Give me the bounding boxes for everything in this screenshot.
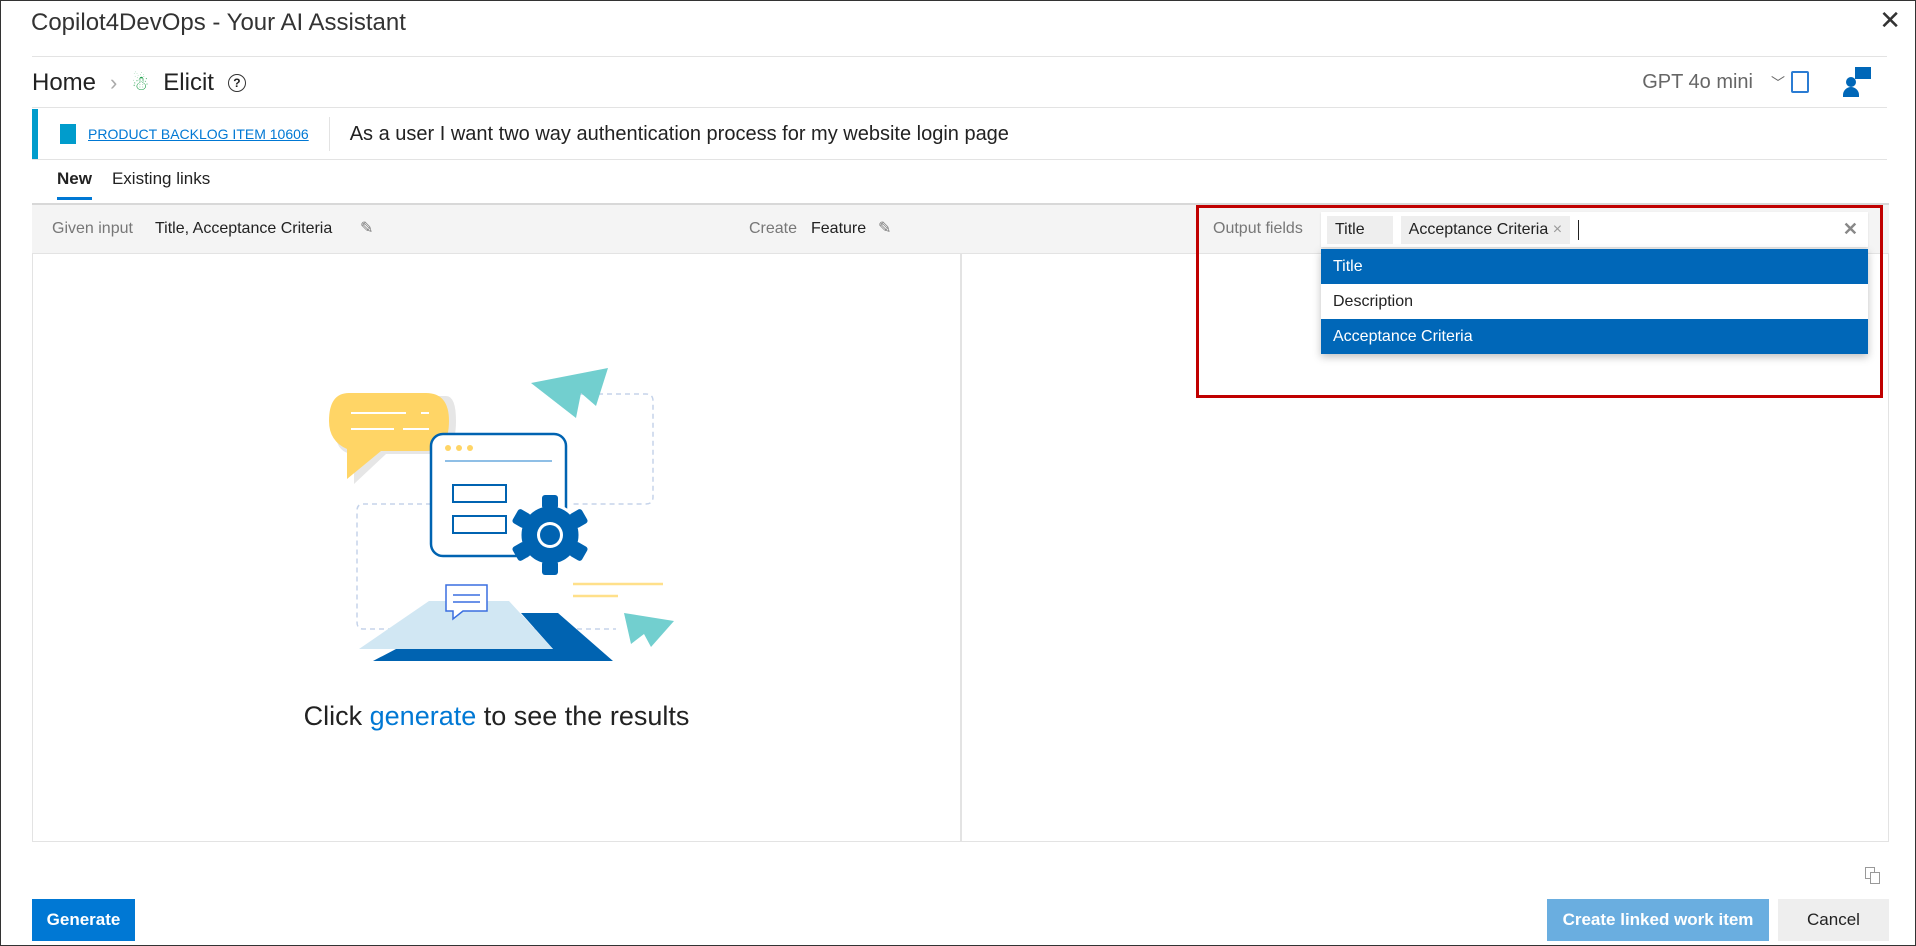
cancel-button[interactable]: Cancel bbox=[1778, 899, 1889, 941]
tag-acceptance-criteria: Acceptance Criteria × bbox=[1400, 215, 1571, 244]
create-label: Create bbox=[749, 220, 798, 237]
copy-icon[interactable] bbox=[1865, 867, 1881, 885]
output-fields-input[interactable]: Title Acceptance Criteria × ✕ bbox=[1321, 212, 1868, 247]
create-linked-work-item-button[interactable]: Create linked work item bbox=[1547, 899, 1769, 941]
empty-state-illustration bbox=[329, 368, 674, 661]
settings-document-icon[interactable] bbox=[1791, 71, 1809, 93]
option-title[interactable]: Title bbox=[1321, 249, 1868, 284]
empty-state-message: Click generate to see the results bbox=[32, 701, 961, 732]
message-suffix: to see the results bbox=[476, 701, 690, 731]
model-selector[interactable]: GPT 4o mini ﹀ bbox=[1642, 71, 1785, 94]
tab-new[interactable]: New bbox=[57, 169, 92, 200]
divider bbox=[32, 107, 1887, 108]
model-name: GPT 4o mini bbox=[1642, 71, 1753, 93]
backlog-item-icon bbox=[60, 124, 76, 144]
tag-title: Title bbox=[1327, 215, 1393, 244]
tab-bar: New Existing links bbox=[57, 169, 210, 200]
given-input-value: Title, Acceptance Criteria bbox=[155, 220, 333, 237]
help-icon[interactable]: ? bbox=[227, 74, 246, 92]
work-item-banner: PRODUCT BACKLOG ITEM 10606 As a user I w… bbox=[32, 109, 1889, 159]
breadcrumb-current: Elicit bbox=[163, 69, 214, 96]
breadcrumb-home[interactable]: Home bbox=[32, 69, 96, 97]
divider bbox=[328, 117, 330, 151]
chevron-down-icon: ﹀ bbox=[1771, 74, 1785, 91]
work-item-link[interactable]: PRODUCT BACKLOG ITEM 10606 bbox=[88, 126, 309, 142]
generate-link[interactable]: generate bbox=[370, 701, 477, 731]
option-acceptance-criteria[interactable]: Acceptance Criteria bbox=[1321, 319, 1868, 354]
message-prefix: Click bbox=[303, 701, 370, 731]
remove-tag-icon[interactable]: × bbox=[1553, 221, 1562, 238]
divider bbox=[32, 159, 1887, 160]
clear-icon[interactable]: ✕ bbox=[1843, 219, 1858, 240]
divider bbox=[32, 56, 1887, 57]
create-value: Feature bbox=[811, 220, 867, 237]
text-cursor bbox=[1578, 219, 1580, 240]
close-icon[interactable]: ✕ bbox=[1879, 5, 1901, 36]
feedback-user-icon[interactable] bbox=[1843, 67, 1873, 97]
chevron-right-icon: › bbox=[110, 70, 118, 95]
given-input-label: Given input bbox=[52, 220, 133, 237]
edit-create-icon[interactable]: ✎ bbox=[878, 218, 891, 238]
work-item-title: As a user I want two way authentication … bbox=[349, 122, 1009, 145]
tab-existing-links[interactable]: Existing links bbox=[112, 169, 210, 200]
generate-button[interactable]: Generate bbox=[32, 899, 135, 941]
elicit-icon: ☃ bbox=[131, 72, 150, 95]
edit-given-input-icon[interactable]: ✎ bbox=[360, 218, 373, 238]
breadcrumb: Home › ☃ Elicit ? bbox=[32, 69, 246, 97]
tag-label: Acceptance Criteria bbox=[1408, 220, 1549, 238]
output-fields-dropdown: Title Description Acceptance Criteria bbox=[1321, 249, 1868, 354]
window-title: Copilot4DevOps - Your AI Assistant bbox=[31, 9, 406, 36]
option-description[interactable]: Description bbox=[1321, 284, 1868, 319]
